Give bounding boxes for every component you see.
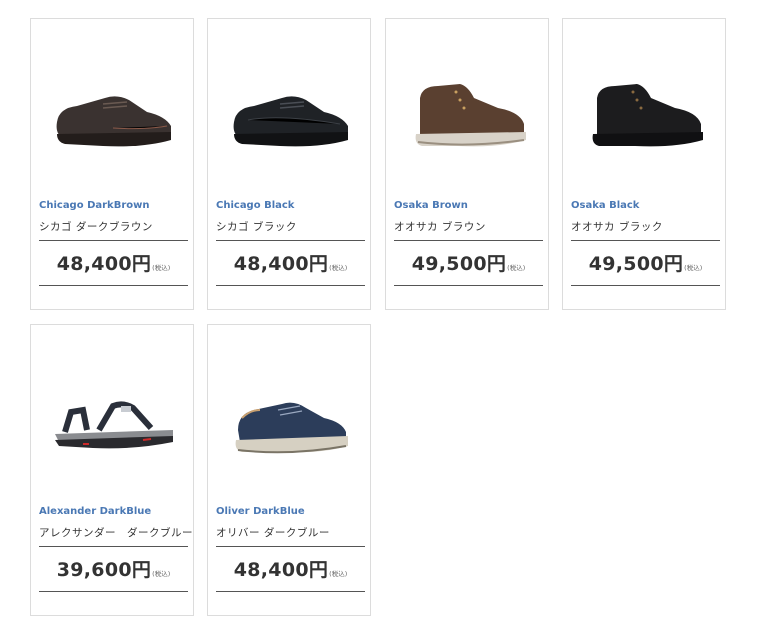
product-name-en[interactable]: Chicago DarkBrown <box>39 200 149 211</box>
product-name-ja[interactable]: シカゴ ブラック <box>216 219 297 234</box>
product-name-ja[interactable]: アレクサンダー ダークブルー <box>39 525 193 540</box>
divider <box>216 546 365 547</box>
divider <box>39 546 188 547</box>
sneaker-icon <box>235 402 348 454</box>
product-name-ja[interactable]: オリバー ダークブルー <box>216 525 330 540</box>
divider <box>39 240 188 241</box>
product-price: 39,600円 <box>56 559 152 581</box>
product-name-en[interactable]: Alexander DarkBlue <box>39 506 151 517</box>
price-row: 49,500円(税込) <box>394 249 543 276</box>
product-image[interactable] <box>216 365 364 475</box>
divider <box>571 240 720 241</box>
sandal-icon <box>55 401 173 449</box>
product-image[interactable] <box>216 59 364 169</box>
product-card[interactable]: Chicago DarkBrown シカゴ ダークブラウン 48,400円(税込… <box>30 18 194 310</box>
product-price: 49,500円 <box>411 253 507 275</box>
product-price: 48,400円 <box>56 253 152 275</box>
shoe-icon <box>56 96 171 147</box>
divider <box>571 285 720 286</box>
divider <box>216 240 365 241</box>
product-name-ja[interactable]: シカゴ ダークブラウン <box>39 219 153 234</box>
shoe-icon <box>233 96 348 147</box>
price-row: 39,600円(税込) <box>39 555 188 582</box>
product-card[interactable]: Osaka Black オオサカ ブラック 49,500円(税込) <box>562 18 726 310</box>
price-row: 48,400円(税込) <box>39 249 188 276</box>
boot-icon <box>592 84 703 147</box>
product-price: 48,400円 <box>233 253 329 275</box>
product-name-en[interactable]: Chicago Black <box>216 200 294 211</box>
product-image[interactable] <box>394 59 542 169</box>
product-name-ja[interactable]: オオサカ ブラック <box>571 219 663 234</box>
tax-label: (税込) <box>152 570 171 578</box>
product-card[interactable]: Chicago Black シカゴ ブラック 48,400円(税込) <box>207 18 371 310</box>
product-name-en[interactable]: Oliver DarkBlue <box>216 506 305 517</box>
divider <box>39 285 188 286</box>
boot-icon <box>415 84 526 147</box>
tax-label: (税込) <box>152 264 171 272</box>
tax-label: (税込) <box>507 264 526 272</box>
tax-label: (税込) <box>684 264 703 272</box>
product-name-ja[interactable]: オオサカ ブラウン <box>394 219 486 234</box>
product-price: 49,500円 <box>588 253 684 275</box>
divider <box>394 240 543 241</box>
divider <box>39 591 188 592</box>
divider <box>394 285 543 286</box>
product-card[interactable]: Alexander DarkBlue アレクサンダー ダークブルー 39,600… <box>30 324 194 616</box>
product-name-en[interactable]: Osaka Black <box>571 200 639 211</box>
product-image[interactable] <box>571 59 719 169</box>
price-row: 48,400円(税込) <box>216 555 365 582</box>
divider <box>216 285 365 286</box>
product-price: 48,400円 <box>233 559 329 581</box>
price-row: 49,500円(税込) <box>571 249 720 276</box>
product-name-en[interactable]: Osaka Brown <box>394 200 468 211</box>
tax-label: (税込) <box>329 264 348 272</box>
product-image[interactable] <box>39 365 187 475</box>
price-row: 48,400円(税込) <box>216 249 365 276</box>
product-card[interactable]: Osaka Brown オオサカ ブラウン 49,500円(税込) <box>385 18 549 310</box>
tax-label: (税込) <box>329 570 348 578</box>
divider <box>216 591 365 592</box>
product-image[interactable] <box>39 59 187 169</box>
product-card[interactable]: Oliver DarkBlue オリバー ダークブルー 48,400円(税込) <box>207 324 371 616</box>
